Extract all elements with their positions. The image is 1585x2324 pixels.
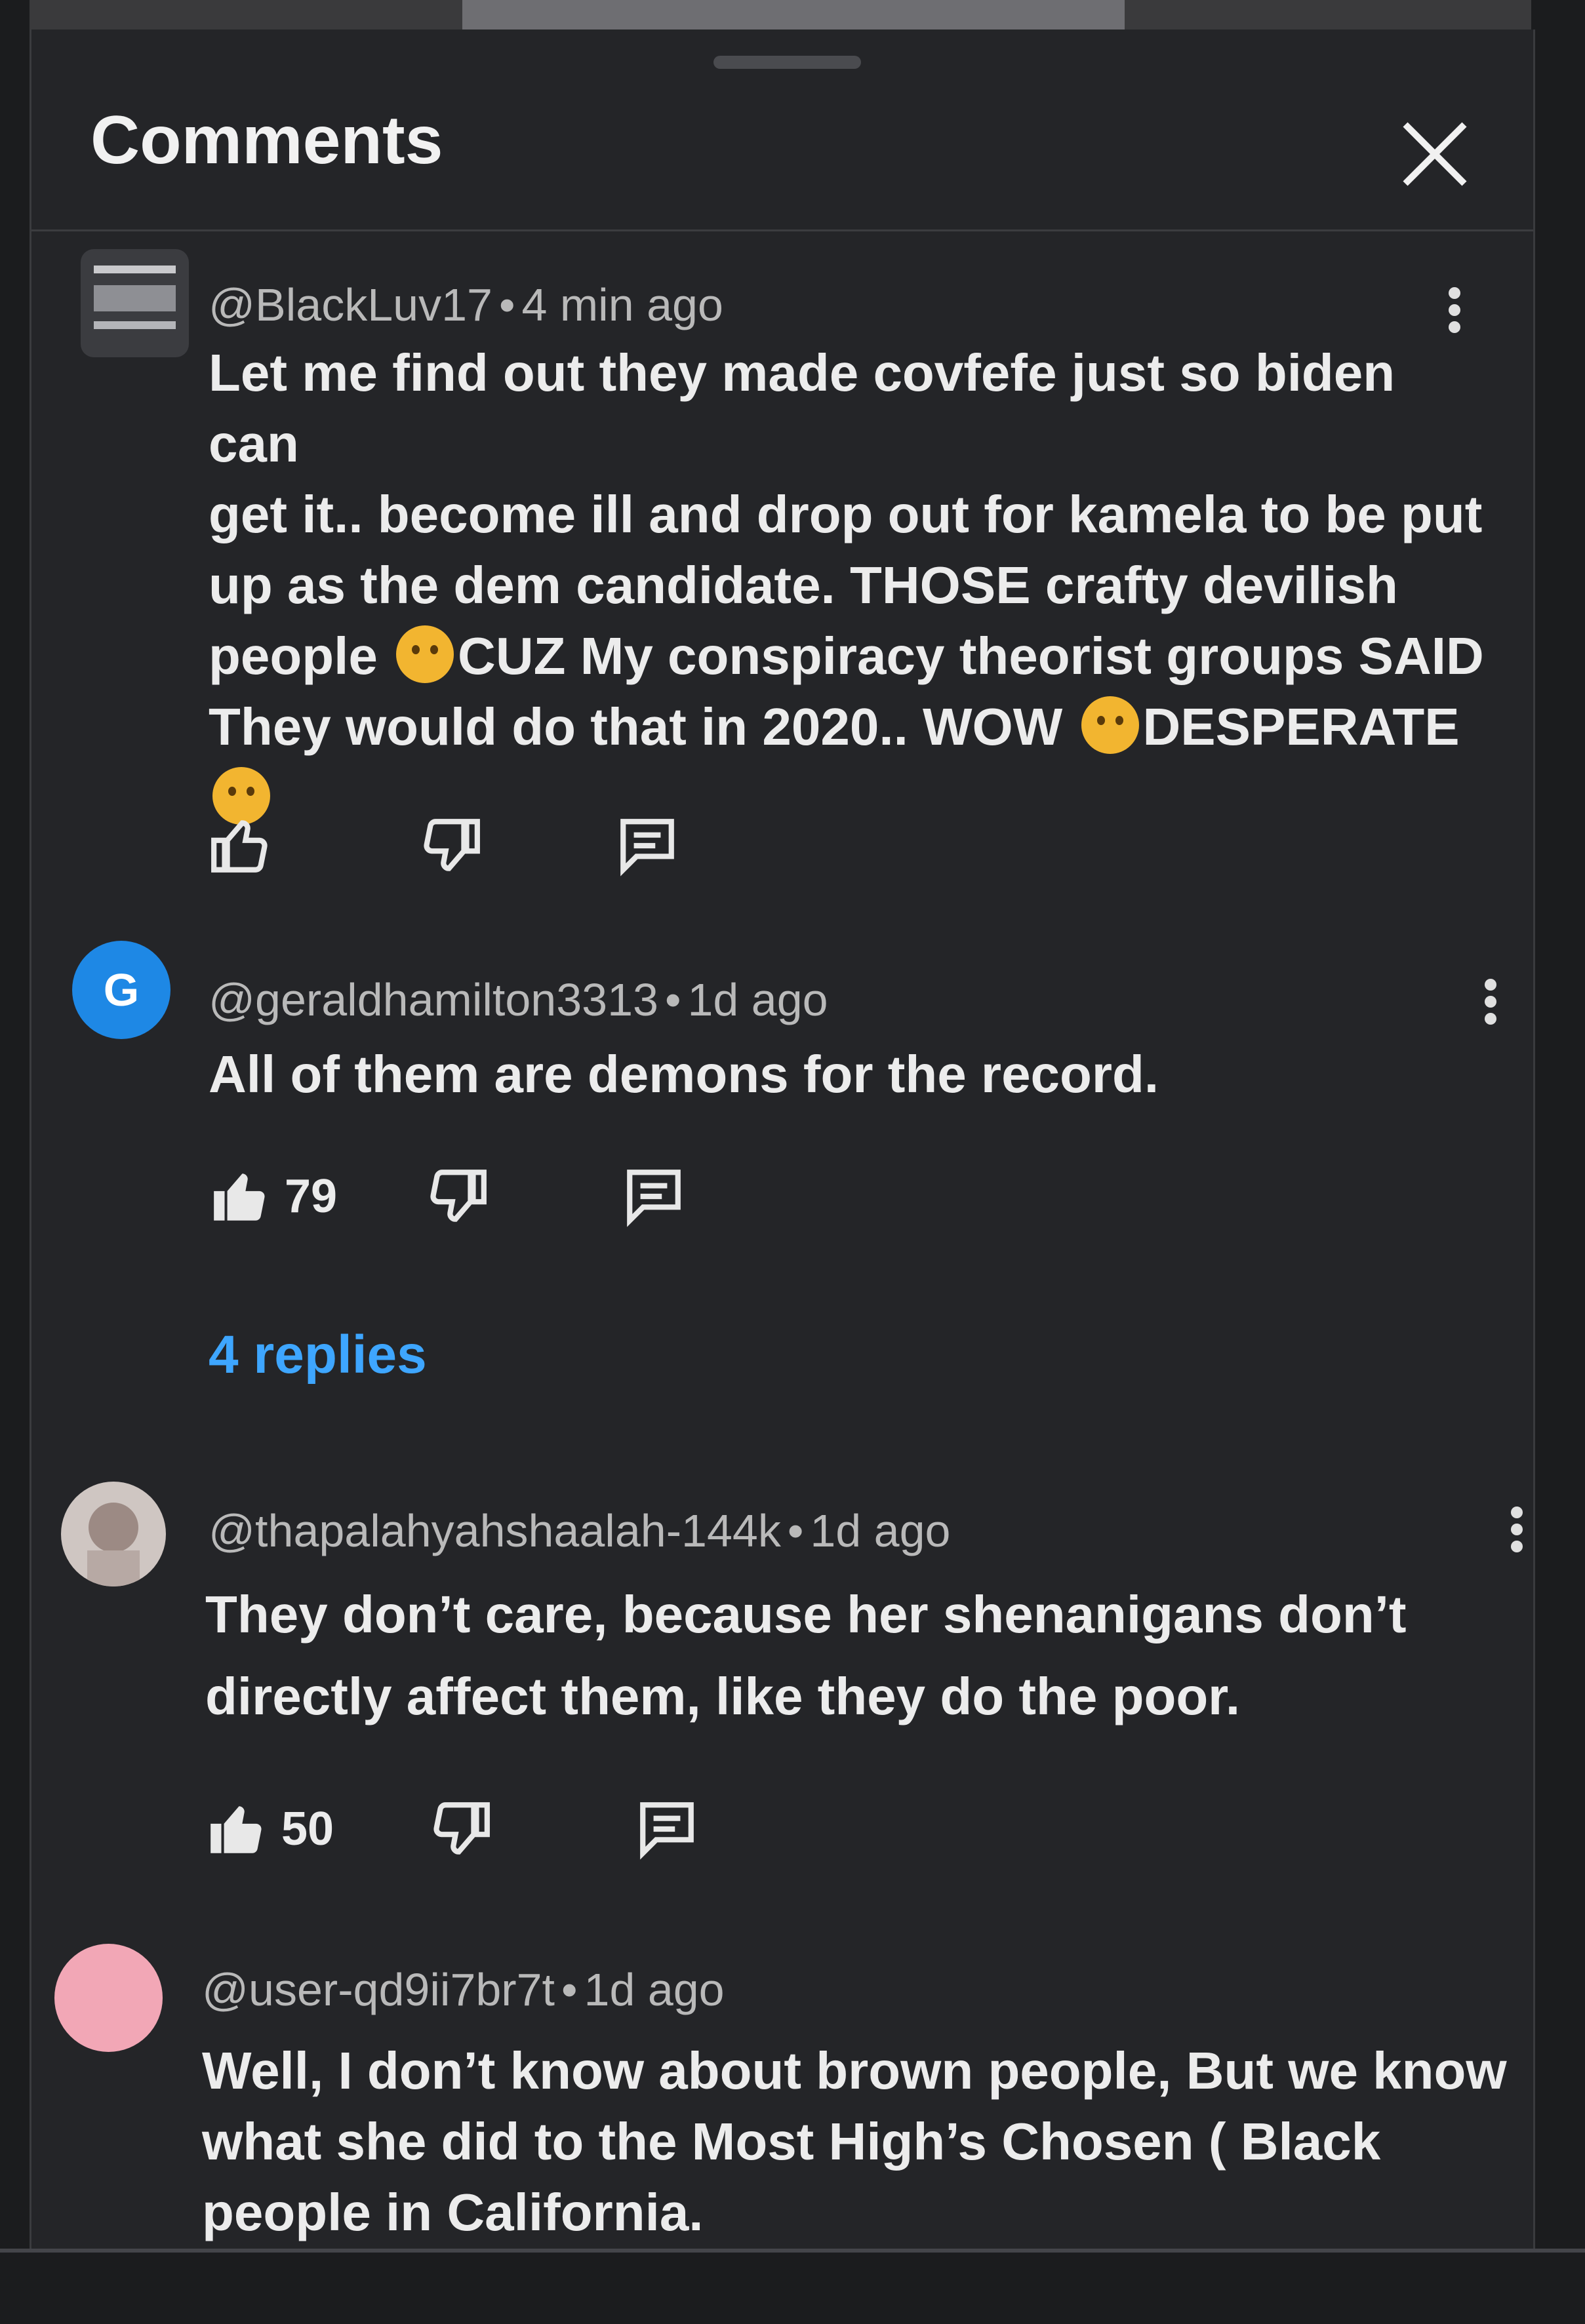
comment-time: 1d ago	[687, 974, 828, 1025]
comment-text: They don’t care, because her shenanigans…	[205, 1585, 1407, 1725]
like-count: 50	[281, 1803, 334, 1855]
comment-meta: @geraldhamilton3313 • 1d ago	[209, 974, 828, 1025]
kebab-menu-icon	[1477, 979, 1504, 1025]
comment-time: 1d ago	[810, 1505, 951, 1556]
kebab-menu-icon	[1533, 1962, 1535, 2008]
reply-button[interactable]	[635, 1793, 699, 1865]
thumbs-down-icon	[430, 1170, 487, 1222]
comment-menu-button[interactable]	[1504, 1501, 1530, 1573]
bottom-bar	[0, 2253, 1585, 2324]
avatar[interactable]	[61, 1482, 166, 1586]
reply-button[interactable]	[615, 810, 679, 882]
comment-text: All of them are demons for the record.	[209, 1045, 1159, 1103]
comment-author[interactable]: @BlackLuv17	[209, 279, 492, 330]
like-count: 79	[285, 1170, 338, 1223]
comment-meta: @user-qd9ii7br7t • 1d ago	[202, 1964, 725, 2015]
surprised-emoji	[1081, 696, 1139, 754]
comment-text: Well, I don’t know about brown people, B…	[202, 2041, 1507, 2241]
like-button[interactable]: 79	[209, 1160, 337, 1232]
comment-time: 1d ago	[584, 1964, 725, 2015]
comment-text: Let me find out they made covfefe just s…	[209, 338, 1494, 833]
comment-actions: 50	[31, 1793, 1533, 1865]
comment-menu-button[interactable]	[1477, 974, 1504, 1046]
thumbs-down-icon	[433, 1802, 490, 1855]
close-button[interactable]	[1395, 115, 1474, 193]
avatar[interactable]	[81, 249, 189, 357]
comment-author[interactable]: @thapalahyahshaalah-144k	[209, 1505, 781, 1556]
reply-icon	[640, 1802, 694, 1860]
avatar-image-icon	[87, 1503, 140, 1586]
reply-icon	[627, 1170, 681, 1227]
reply-icon	[620, 819, 674, 876]
drag-handle[interactable]	[713, 56, 861, 69]
thinking-emoji	[396, 625, 454, 683]
comment-actions	[31, 810, 1533, 882]
dislike-button[interactable]	[428, 1793, 492, 1865]
dislike-button[interactable]	[425, 1160, 489, 1232]
comment-time: 4 min ago	[521, 279, 723, 330]
thumbs-up-icon	[211, 820, 268, 873]
comment-meta: @thapalahyahshaalah-144k • 1d ago	[209, 1505, 951, 1556]
like-button[interactable]	[209, 810, 273, 882]
thumbs-down-icon	[424, 819, 480, 871]
comment-author[interactable]: @user-qd9ii7br7t	[202, 1964, 555, 2015]
thumbs-up-icon	[214, 1173, 265, 1221]
comment-actions: 79	[31, 1160, 1533, 1232]
view-replies-link[interactable]: 4 replies	[209, 1324, 427, 1386]
close-icon	[1403, 122, 1467, 186]
comments-panel: Comments @BlackLuv17 • 4 min ago Let me fi…	[30, 30, 1535, 2252]
comment-menu-button[interactable]	[1533, 1957, 1535, 2029]
video-player-strip	[30, 0, 1531, 30]
avatar[interactable]: G	[72, 941, 171, 1039]
header-divider	[31, 229, 1533, 231]
panel-title: Comments	[90, 102, 443, 178]
dislike-button[interactable]	[418, 810, 483, 882]
avatar[interactable]	[54, 1944, 163, 2052]
comment-author[interactable]: @geraldhamilton3313	[209, 974, 658, 1025]
kebab-menu-icon	[1441, 287, 1468, 333]
comment-meta: @BlackLuv17 • 4 min ago	[209, 279, 723, 330]
kebab-menu-icon	[1504, 1507, 1530, 1552]
avatar-image-icon	[94, 266, 176, 329]
video-frame-preview	[462, 0, 1125, 30]
thumbs-up-icon	[211, 1806, 262, 1853]
reply-button[interactable]	[622, 1160, 686, 1232]
like-button[interactable]: 50	[205, 1793, 334, 1865]
